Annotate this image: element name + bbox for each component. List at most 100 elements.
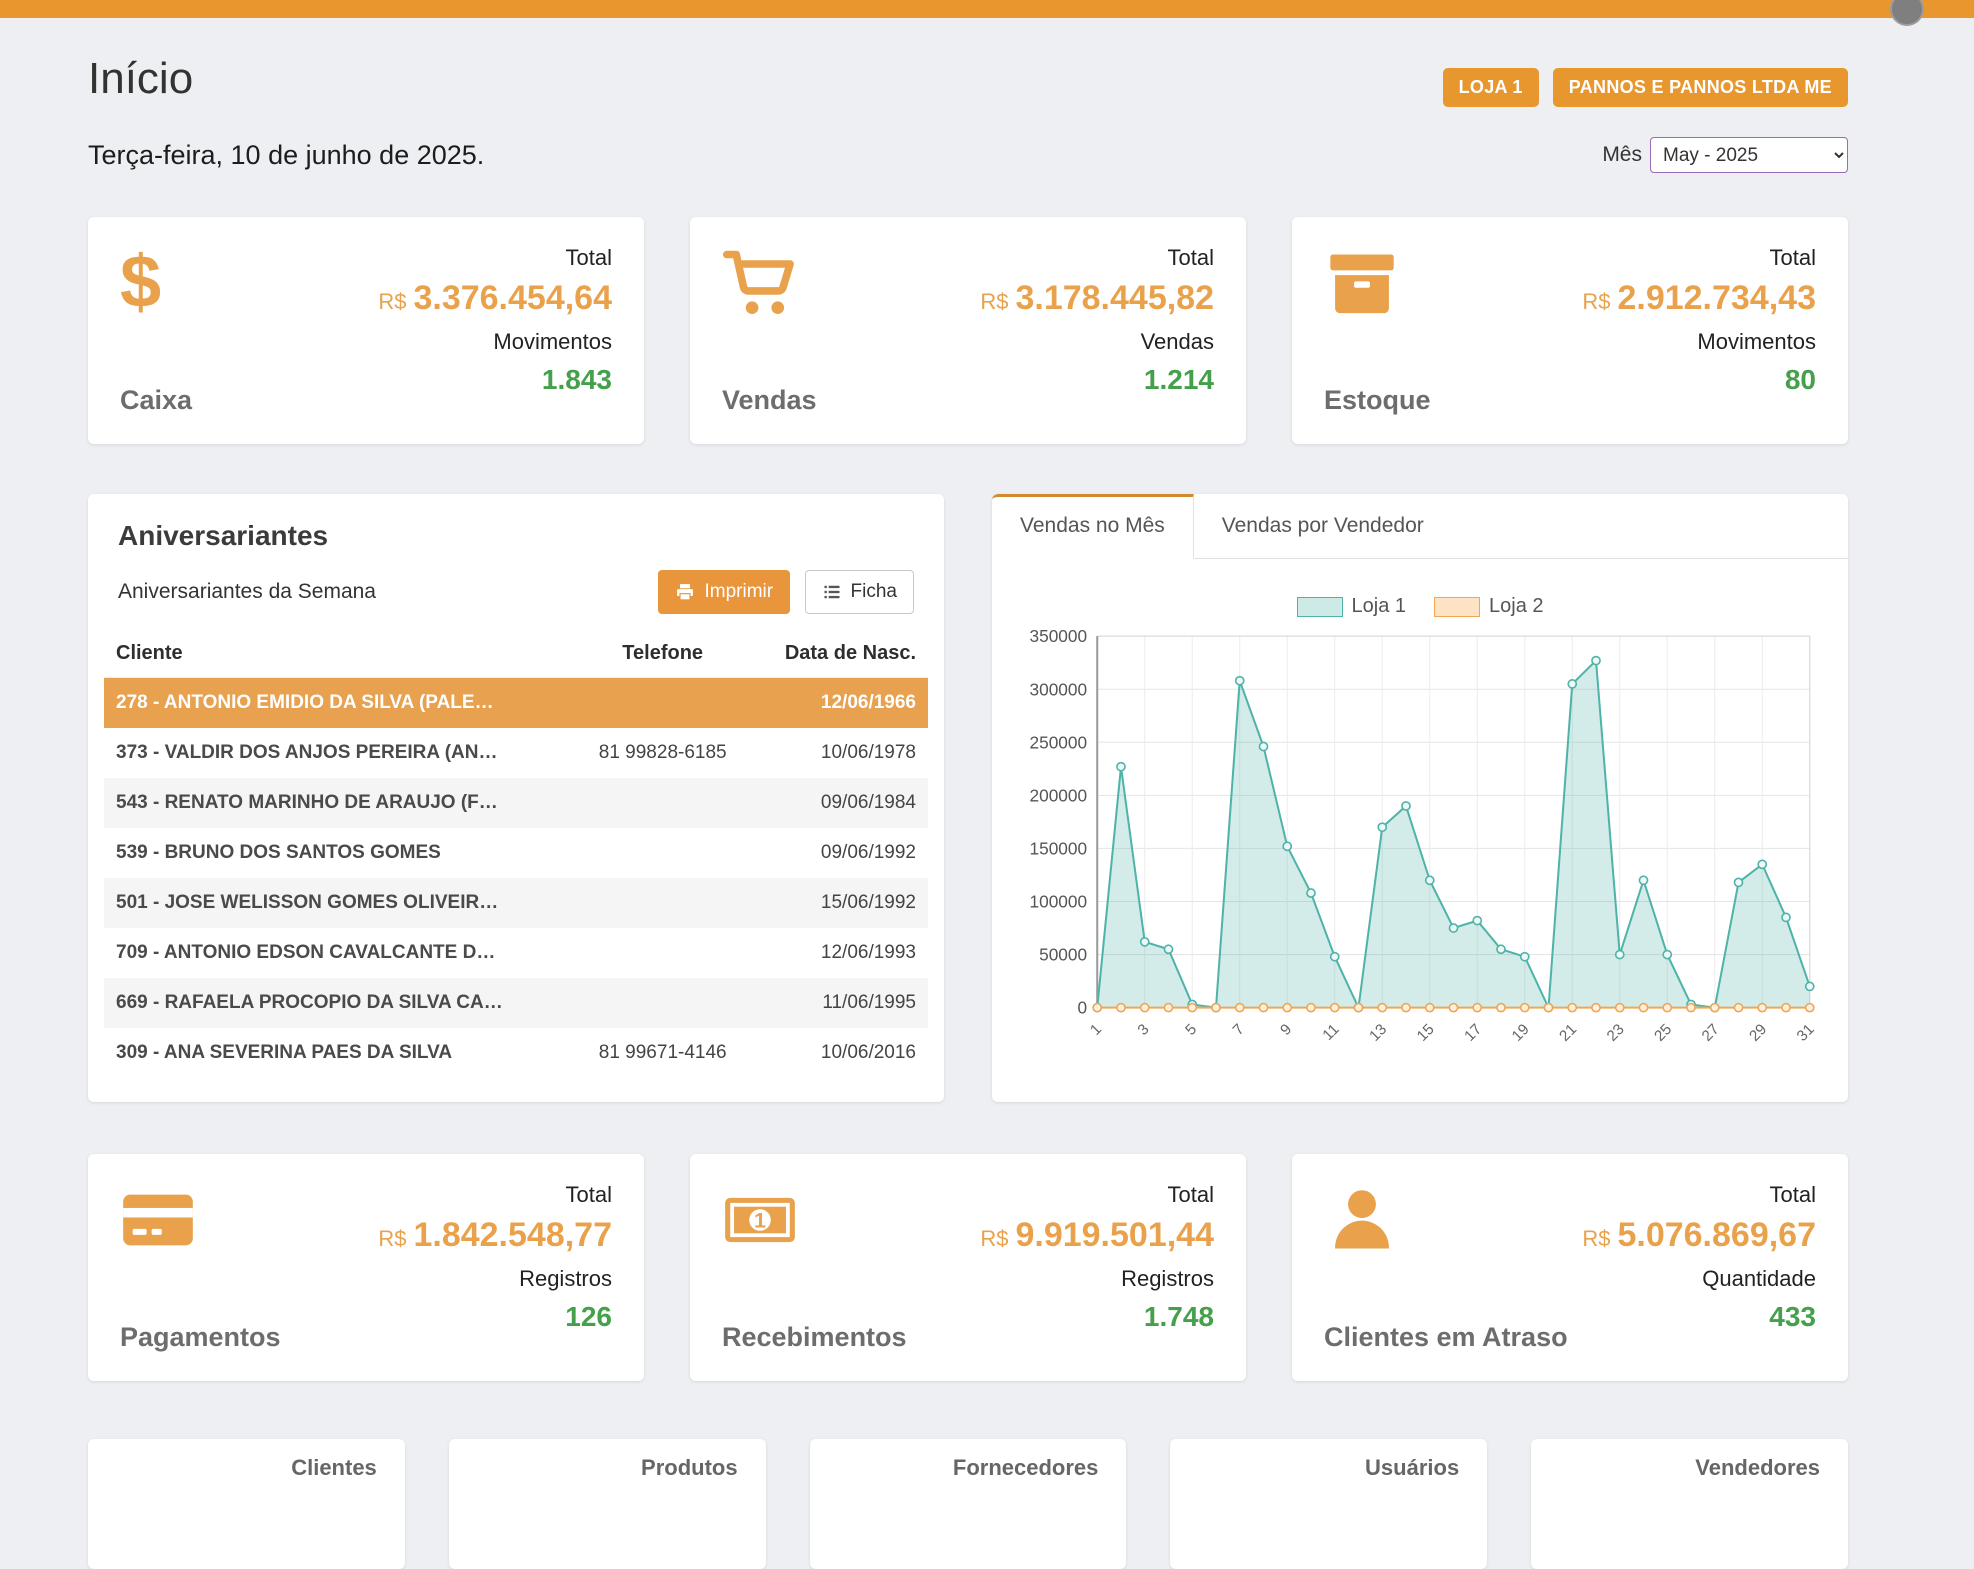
svg-text:31: 31 — [1794, 1021, 1818, 1045]
table-row[interactable]: 669 - RAFAELA PROCOPIO DA SILVA CA…11/06… — [104, 978, 928, 1028]
cell-client: 501 - JOSE WELISSON GOMES OLIVEIR… — [104, 878, 576, 928]
count-label: Movimentos — [378, 329, 612, 355]
tab-vendas-no-mes[interactable]: Vendas no Mês — [992, 494, 1194, 559]
cart-icon — [722, 245, 817, 321]
count-label: Registros — [980, 1266, 1214, 1292]
company-badge[interactable]: PANNOS E PANNOS LTDA ME — [1553, 68, 1848, 107]
money-icon: 1 — [722, 1182, 907, 1258]
legend-swatch — [1434, 597, 1480, 617]
tab-vendas-por-vendedor[interactable]: Vendas por Vendedor — [1194, 494, 1452, 558]
table-row[interactable]: 539 - BRUNO DOS SANTOS GOMES 09/06/1992 — [104, 828, 928, 878]
cell-birthdate: 09/06/1992 — [750, 828, 928, 878]
cell-birthdate: 09/06/1984 — [750, 778, 928, 828]
svg-text:15: 15 — [1414, 1021, 1438, 1045]
total-label: Total — [1582, 245, 1816, 271]
cell-phone — [576, 828, 750, 878]
stat-left: 1 Recebimentos — [722, 1182, 907, 1353]
sales-card: Vendas no Mês Vendas por Vendedor Loja 1… — [992, 494, 1848, 1102]
stat-right: Total R$1.842.548,77 Registros 126 — [378, 1182, 612, 1353]
ficha-button[interactable]: Ficha — [805, 570, 914, 614]
page-title: Início — [88, 54, 193, 104]
page-header: Início LOJA 1 PANNOS E PANNOS LTDA ME — [88, 54, 1848, 107]
stat-title: Pagamentos — [120, 1322, 281, 1353]
person-icon — [1324, 1182, 1568, 1258]
col-data-nasc: Data de Nasc. — [750, 630, 928, 678]
stat-right: Total R$3.376.454,64 Movimentos 1.843 — [378, 245, 612, 416]
ficha-button-label: Ficha — [851, 581, 897, 603]
count-label: Vendas — [980, 329, 1214, 355]
cell-client: 543 - RENATO MARINHO DE ARAUJO (F… — [104, 778, 576, 828]
count-value: 80 — [1582, 364, 1816, 396]
birthday-card: Aniversariantes Aniversariantes da Seman… — [88, 494, 944, 1102]
legend-label: Loja 1 — [1352, 595, 1407, 618]
cell-birthdate: 15/06/1992 — [750, 878, 928, 928]
table-row[interactable]: 278 - ANTONIO EMIDIO DA SILVA (PALE…12/0… — [104, 678, 928, 729]
stat-card-clientes-atraso: Clientes em Atraso Total R$5.076.869,67 … — [1292, 1154, 1848, 1381]
stat-left: Pagamentos — [120, 1182, 281, 1353]
count-value: 1.214 — [980, 364, 1214, 396]
table-row[interactable]: 309 - ANA SEVERINA PAES DA SILVA81 99671… — [104, 1028, 928, 1078]
mini-card-label: Fornecedores — [953, 1455, 1099, 1480]
table-row[interactable]: 373 - VALDIR DOS ANJOS PEREIRA (AN…81 99… — [104, 728, 928, 778]
svg-text:350000: 350000 — [1030, 626, 1088, 646]
stat-card-vendas: Vendas Total R$3.178.445,82 Vendas 1.214 — [690, 217, 1246, 444]
mini-card-label: Clientes — [291, 1455, 377, 1480]
svg-text:27: 27 — [1699, 1021, 1723, 1045]
cell-client: 709 - ANTONIO EDSON CAVALCANTE D… — [104, 928, 576, 978]
mini-card-clientes: Clientes — [88, 1439, 405, 1569]
svg-text:21: 21 — [1556, 1021, 1580, 1045]
total-value: R$1.842.548,77 — [378, 1217, 612, 1257]
total-value: R$3.178.445,82 — [980, 280, 1214, 320]
birthday-table: Cliente Telefone Data de Nasc. 278 - ANT… — [104, 630, 928, 1078]
col-cliente: Cliente — [104, 630, 576, 678]
svg-text:3: 3 — [1135, 1021, 1153, 1039]
print-button[interactable]: Imprimir — [658, 570, 790, 614]
table-row[interactable]: 501 - JOSE WELISSON GOMES OLIVEIR… 15/06/… — [104, 878, 928, 928]
print-button-label: Imprimir — [704, 581, 773, 603]
cell-birthdate: 10/06/2016 — [750, 1028, 928, 1078]
cell-client: 669 - RAFAELA PROCOPIO DA SILVA CA… — [104, 978, 576, 1028]
cell-client: 278 - ANTONIO EMIDIO DA SILVA (PALE… — [104, 678, 576, 729]
cell-birthdate: 12/06/1993 — [750, 928, 928, 978]
col-telefone: Telefone — [576, 630, 750, 678]
birthday-title: Aniversariantes — [118, 520, 914, 552]
count-label: Movimentos — [1582, 329, 1816, 355]
table-row[interactable]: 543 - RENATO MARINHO DE ARAUJO (F… 09/06/… — [104, 778, 928, 828]
current-date: Terça-feira, 10 de junho de 2025. — [88, 140, 484, 171]
stat-card-caixa: $ Caixa Total R$3.376.454,64 Movimentos … — [88, 217, 644, 444]
stat-title: Recebimentos — [722, 1322, 907, 1353]
sales-tabbar: Vendas no Mês Vendas por Vendedor — [992, 494, 1848, 559]
cell-phone — [576, 678, 750, 729]
count-value: 1.748 — [980, 1301, 1214, 1333]
svg-text:17: 17 — [1461, 1021, 1485, 1045]
legend-item[interactable]: Loja 1 — [1297, 595, 1407, 618]
birthday-table-body: 278 - ANTONIO EMIDIO DA SILVA (PALE… 12/0… — [104, 678, 928, 1079]
cell-client: 309 - ANA SEVERINA PAES DA SILVA — [104, 1028, 576, 1078]
stat-card-estoque: Estoque Total R$2.912.734,43 Movimentos … — [1292, 217, 1848, 444]
total-value: R$2.912.734,43 — [1582, 280, 1816, 320]
mini-card-usuários: Usuários — [1170, 1439, 1487, 1569]
stat-right: Total R$9.919.501,44 Registros 1.748 — [980, 1182, 1214, 1353]
total-label: Total — [378, 1182, 612, 1208]
month-select[interactable]: May - 2025 — [1650, 137, 1848, 173]
stats-bottom-row: Pagamentos Total R$1.842.548,77 Registro… — [88, 1154, 1848, 1381]
svg-text:5: 5 — [1182, 1021, 1200, 1039]
count-value: 1.843 — [378, 364, 612, 396]
table-row[interactable]: 709 - ANTONIO EDSON CAVALCANTE D… 12/06/1… — [104, 928, 928, 978]
svg-text:200000: 200000 — [1030, 785, 1088, 805]
cell-client: 373 - VALDIR DOS ANJOS PEREIRA (AN… — [104, 728, 576, 778]
stat-left: Vendas — [722, 245, 817, 416]
legend-item[interactable]: Loja 2 — [1434, 595, 1544, 618]
svg-text:13: 13 — [1366, 1021, 1390, 1045]
stats-top-row: $ Caixa Total R$3.376.454,64 Movimentos … — [88, 217, 1848, 444]
list-icon — [822, 582, 842, 602]
sales-chart: 0500001000001500002000002500003000003500… — [1014, 626, 1826, 1086]
svg-text:7: 7 — [1230, 1021, 1248, 1039]
stat-title: Caixa — [120, 385, 192, 416]
badge-group: LOJA 1 PANNOS E PANNOS LTDA ME — [1443, 68, 1848, 107]
cell-client: 539 - BRUNO DOS SANTOS GOMES — [104, 828, 576, 878]
cell-phone — [576, 928, 750, 978]
svg-text:100000: 100000 — [1030, 892, 1088, 912]
store-badge[interactable]: LOJA 1 — [1443, 68, 1539, 107]
stat-title: Clientes em Atraso — [1324, 1322, 1568, 1353]
